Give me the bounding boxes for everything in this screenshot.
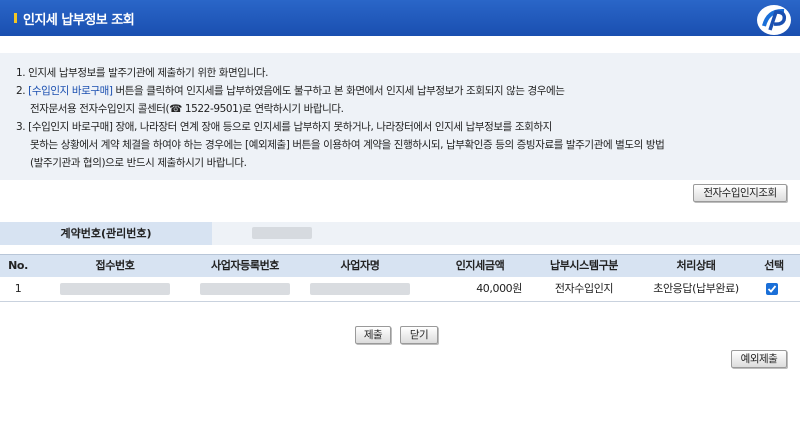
- notice-line-4: 3. [수입인지 바로구매] 장애, 나라장터 연계 장애 등으로 인지세를 납…: [16, 121, 552, 133]
- exception-submit-button[interactable]: 예외제출: [731, 350, 787, 368]
- row-payment-system: 전자수입인지: [554, 282, 614, 295]
- redacted-business-reg-number: [200, 283, 290, 295]
- close-button[interactable]: 닫기: [400, 326, 438, 344]
- notice-line-2-num: 2.: [16, 85, 29, 97]
- contract-number-label: 계약번호(관리번호): [0, 222, 212, 245]
- table-row: 1 40,000원 전자수입인지 초안응답(납부완료): [0, 277, 800, 302]
- notice-line-2-rest: 버튼을 클릭하여 인지세를 납부하였음에도 불구하고 본 화면에서 인지세 납부…: [112, 85, 565, 97]
- col-business-name: 사업자명: [340, 259, 380, 272]
- page-header: 인지세 납부정보 조회: [0, 0, 800, 36]
- notice-box: 1. 인지세 납부정보를 발주기관에 제출하기 위한 화면입니다. 2. [수입…: [0, 53, 800, 180]
- redacted-receipt-number: [60, 283, 170, 295]
- page-title: 인지세 납부정보 조회: [23, 13, 135, 28]
- contract-number-value: [212, 222, 800, 245]
- col-stamp-tax-amount: 인지세금액: [455, 259, 505, 272]
- col-no: No.: [8, 259, 28, 272]
- row-status: 초안응답(납부완료): [653, 282, 739, 295]
- notice-line-3: 전자문서용 전자수입인지 콜센터(☎ 1522-9501)로 연락하시기 바랍니…: [30, 103, 344, 115]
- contract-number-row: 계약번호(관리번호): [0, 222, 800, 245]
- row-no: 1: [14, 282, 22, 295]
- notice-line-2: 2. [수입인지 바로구매] 버튼을 클릭하여 인지세를 납부하였음에도 불구하…: [16, 83, 565, 98]
- row-select-checkbox[interactable]: [766, 283, 778, 295]
- submit-button[interactable]: 제출: [355, 326, 391, 344]
- row-amount: 40,000원: [476, 282, 522, 295]
- notice-line-6: (발주기관과 협의)으로 반드시 제출하시기 바랍니다.: [30, 157, 247, 169]
- checkmark-icon: [767, 285, 777, 293]
- stamp-lookup-button[interactable]: 전자수입인지조회: [693, 184, 787, 202]
- notice-line-2-highlight: [수입인지 바로구매]: [28, 85, 113, 97]
- redacted-contract-number: [252, 227, 312, 239]
- col-select: 선택: [764, 259, 784, 272]
- col-receipt-number: 접수번호: [95, 259, 135, 272]
- col-processing-status: 처리상태: [676, 259, 716, 272]
- col-business-reg-number: 사업자등록번호: [210, 259, 280, 272]
- notice-line-1: 1. 인지세 납부정보를 발주기관에 제출하기 위한 화면입니다.: [16, 67, 269, 79]
- notice-line-5: 못하는 상황에서 계약 체결을 하여야 하는 경우에는 [예외제출] 버튼을 이…: [30, 139, 665, 151]
- logo-icon: [757, 5, 791, 35]
- header-bullet: [14, 13, 17, 23]
- table-header: No. 접수번호 사업자등록번호 사업자명 인지세금액 납부시스템구분 처리상태…: [0, 254, 800, 278]
- col-payment-system: 납부시스템구분: [549, 259, 619, 272]
- redacted-business-name: [310, 283, 410, 295]
